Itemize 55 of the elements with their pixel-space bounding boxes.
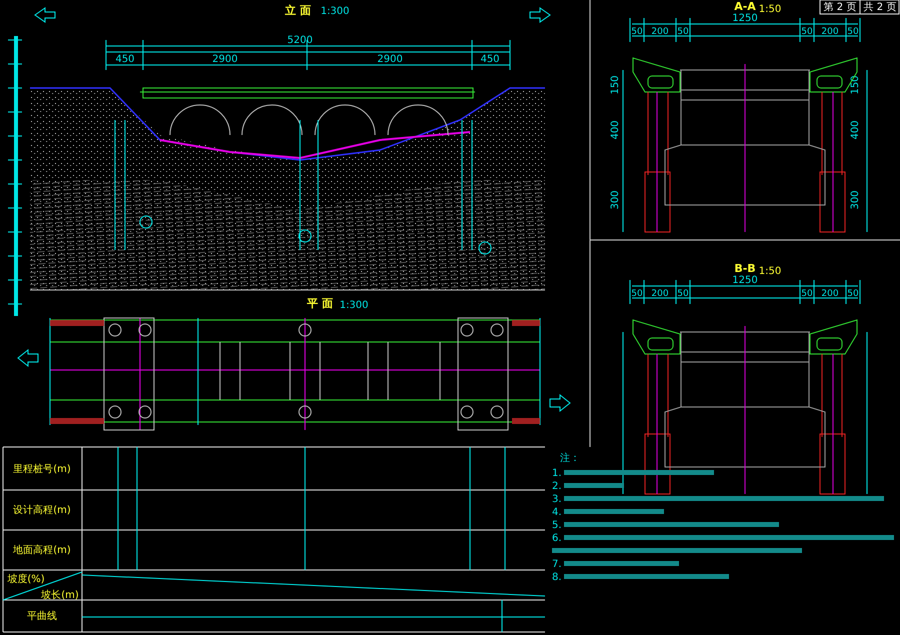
page-total: 共 2 页 bbox=[864, 2, 896, 13]
row-label: 设计高程(m) bbox=[13, 505, 71, 516]
left-arrow-icon bbox=[17, 348, 38, 368]
right-arrow-icon bbox=[550, 394, 571, 412]
row-label: 坡度(%) bbox=[7, 574, 45, 585]
dimension-label: 200 bbox=[821, 27, 839, 37]
row-label: 平曲线 bbox=[27, 611, 57, 622]
dimension-label: 50 bbox=[677, 289, 689, 299]
dimension-label: 400 bbox=[850, 120, 861, 140]
row-label: 地面高程(m) bbox=[13, 545, 71, 556]
scale-label: 1:50 bbox=[758, 4, 782, 15]
dimension-label: 200 bbox=[821, 289, 839, 299]
row-label: 里程桩号(m) bbox=[13, 464, 71, 475]
dimension-label: 200 bbox=[651, 289, 669, 299]
note-number: 1. bbox=[552, 468, 562, 479]
note-number: 4. bbox=[552, 507, 562, 518]
left-arrow-icon bbox=[34, 7, 56, 23]
dimension-label: 450 bbox=[480, 54, 500, 65]
scale-label: 1:300 bbox=[340, 300, 368, 311]
dimension-label: 150 bbox=[610, 75, 621, 95]
dimension-label: 300 bbox=[850, 190, 861, 210]
note-number: 8. bbox=[552, 572, 562, 583]
note-number: 7. bbox=[552, 559, 562, 570]
dimension-label: 50 bbox=[677, 27, 689, 37]
dimension-label: 50 bbox=[801, 289, 813, 299]
row-label: 坡长(m) bbox=[41, 590, 79, 601]
right-arrow-icon bbox=[530, 7, 551, 23]
dimension-label: 50 bbox=[847, 27, 859, 37]
dimension-label: 5200 bbox=[287, 35, 313, 46]
dimension-label: 50 bbox=[631, 289, 643, 299]
dimension-label: 2900 bbox=[377, 54, 403, 65]
note-number: 6. bbox=[552, 533, 562, 544]
dimension-label: 1250 bbox=[732, 13, 758, 24]
dimension-label: 50 bbox=[847, 289, 859, 299]
note-text-drawing bbox=[564, 483, 624, 488]
dimension-label: 450 bbox=[115, 54, 135, 65]
note-number: 5. bbox=[552, 520, 562, 531]
dimension-label: 300 bbox=[610, 190, 621, 210]
dimension-label: 1250 bbox=[732, 275, 758, 286]
section-title: B-B bbox=[734, 262, 756, 275]
dimension-label: 200 bbox=[651, 27, 669, 37]
scale-label: 1:50 bbox=[758, 266, 782, 277]
dimension-label: 150 bbox=[850, 75, 861, 95]
view-title: 平 面 bbox=[307, 297, 333, 310]
dimension-label: 2900 bbox=[212, 54, 238, 65]
notes-heading: 注： bbox=[560, 453, 580, 464]
dimension-label: 400 bbox=[610, 120, 621, 140]
dimension-label: 50 bbox=[801, 27, 813, 37]
note-number: 3. bbox=[552, 494, 562, 505]
note-number: 2. bbox=[552, 481, 562, 492]
dimension-label: 50 bbox=[631, 27, 643, 37]
section-title: A-A bbox=[734, 0, 756, 13]
page-number: 第 2 页 bbox=[824, 2, 856, 13]
view-title: 立 面 bbox=[285, 4, 311, 17]
scale-label: 1:300 bbox=[320, 6, 350, 17]
